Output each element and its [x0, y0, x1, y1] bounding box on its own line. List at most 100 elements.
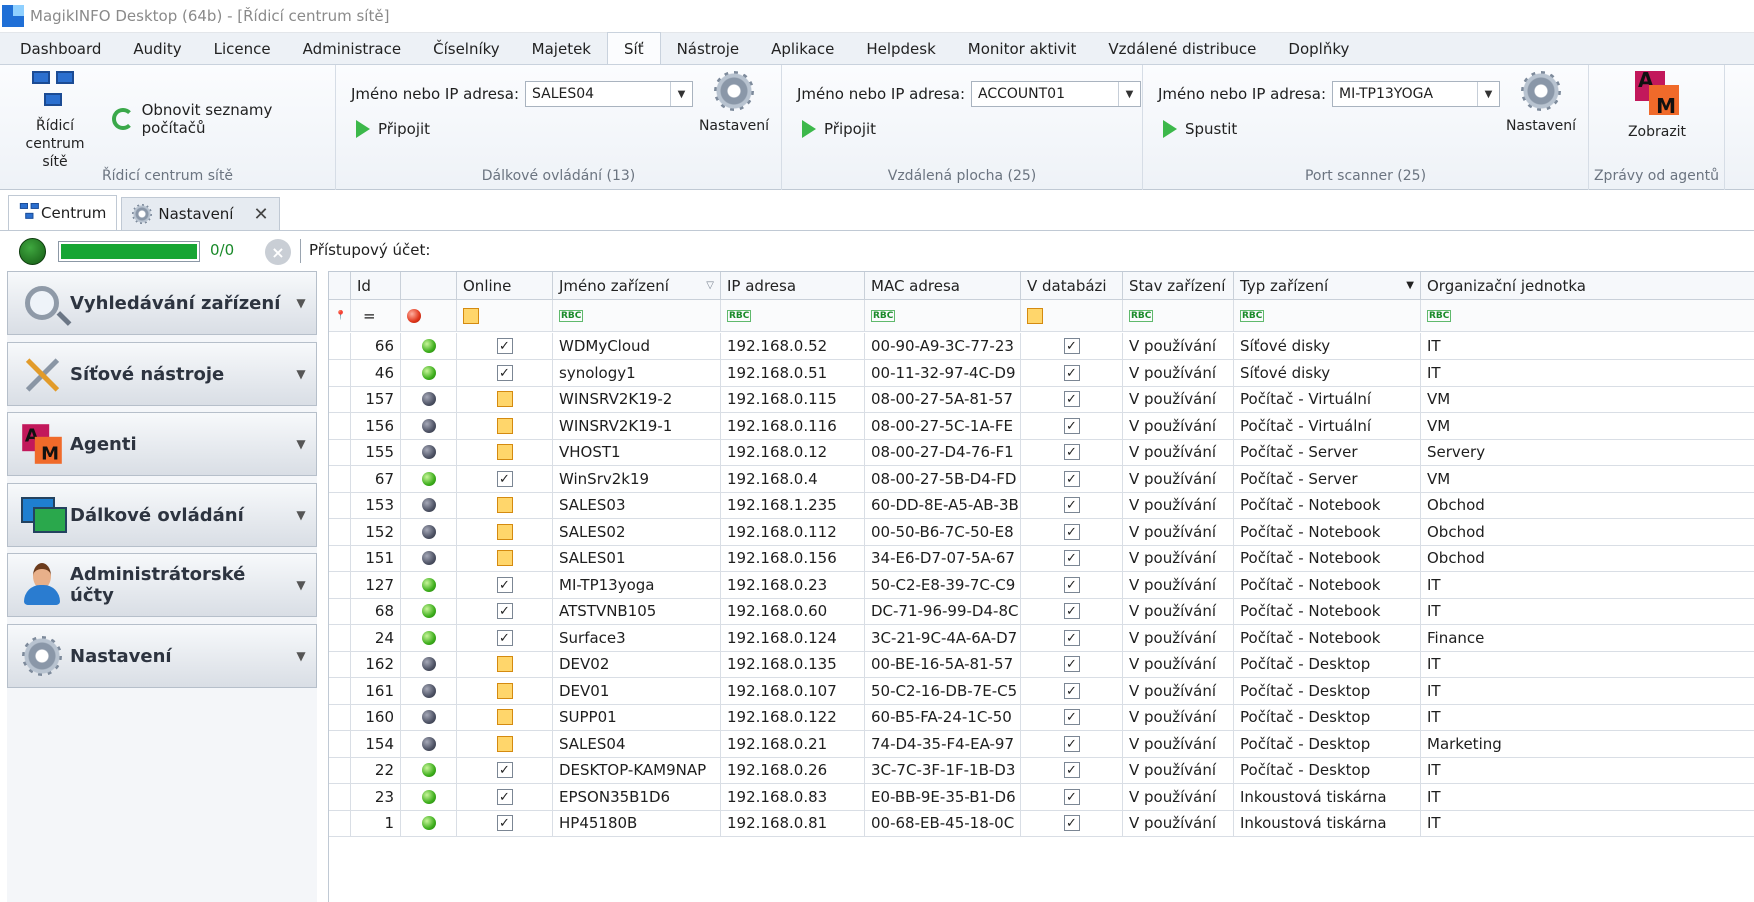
name-cell[interactable]: EPSON35B1D6: [553, 784, 721, 811]
status-cell[interactable]: [401, 386, 457, 413]
row-indicator[interactable]: [329, 360, 351, 387]
checkbox-indeterminate[interactable]: [496, 656, 513, 672]
text-filter-icon[interactable]: RBC: [559, 309, 584, 322]
checkbox-indeterminate[interactable]: [496, 550, 513, 566]
type-cell[interactable]: Počítač - Virtuální: [1234, 413, 1421, 440]
online-cell[interactable]: [457, 545, 553, 572]
mac-cell[interactable]: 34-E6-D7-07-5A-67: [865, 545, 1021, 572]
in-database-cell[interactable]: ✓: [1021, 810, 1123, 837]
row-indicator[interactable]: [329, 492, 351, 519]
online-cell[interactable]: [457, 386, 553, 413]
nav-item-remote-control[interactable]: Dálkové ovládání ▼: [7, 483, 317, 547]
in-database-cell[interactable]: ✓: [1021, 519, 1123, 546]
org-cell[interactable]: IT: [1421, 333, 1754, 360]
column-header-on[interactable]: [401, 272, 457, 300]
state-cell[interactable]: V používání: [1123, 731, 1234, 758]
row-indicator[interactable]: [329, 625, 351, 652]
row-indicator[interactable]: [329, 731, 351, 758]
menu-tab-8[interactable]: Aplikace: [755, 33, 850, 64]
table-row[interactable]: 68 ✓ ATSTVNB105 192.168.0.60 DC-71-96-99-D4-…: [329, 598, 1754, 625]
filter-cell-name[interactable]: RBC: [553, 300, 721, 332]
checkbox-checked[interactable]: ✓: [1063, 736, 1080, 752]
org-cell[interactable]: Obchod: [1421, 545, 1754, 572]
remote-desktop-connect-button[interactable]: Připojit: [802, 120, 876, 138]
org-cell[interactable]: IT: [1421, 784, 1754, 811]
port-scanner-host-combo[interactable]: MI-TP13YOGA ▼: [1332, 81, 1500, 107]
checkbox-checked[interactable]: ✓: [1063, 815, 1080, 831]
checkbox-checked[interactable]: ✓: [1063, 338, 1080, 354]
menu-tab-11[interactable]: Vzdálené distribuce: [1092, 33, 1272, 64]
filter-operator[interactable]: =: [357, 307, 376, 325]
in-database-cell[interactable]: ✓: [1021, 757, 1123, 784]
org-cell[interactable]: IT: [1421, 598, 1754, 625]
checkbox-indeterminate[interactable]: [496, 418, 513, 434]
org-cell[interactable]: VM: [1421, 466, 1754, 493]
online-cell[interactable]: [457, 413, 553, 440]
row-indicator[interactable]: [329, 784, 351, 811]
menu-tab-9[interactable]: Helpdesk: [850, 33, 951, 64]
checkbox-checked[interactable]: ✓: [496, 577, 513, 593]
state-cell[interactable]: V používání: [1123, 545, 1234, 572]
table-row[interactable]: 152 SALES02 192.168.0.112 00-50-B6-7C-50-E8…: [329, 519, 1754, 546]
checkbox-checked[interactable]: ✓: [1063, 524, 1080, 540]
status-cell[interactable]: [401, 413, 457, 440]
checkbox-indeterminate[interactable]: [496, 497, 513, 513]
in-database-cell[interactable]: ✓: [1021, 545, 1123, 572]
type-cell[interactable]: Inkoustová tiskárna: [1234, 810, 1421, 837]
remote-control-host-combo[interactable]: SALES04 ▼: [525, 81, 693, 107]
type-cell[interactable]: Počítač - Notebook: [1234, 519, 1421, 546]
status-cell[interactable]: [401, 810, 457, 837]
text-filter-icon[interactable]: RBC: [871, 309, 896, 322]
checkbox-checked[interactable]: ✓: [1063, 577, 1080, 593]
ip-cell[interactable]: 192.168.0.23: [721, 572, 865, 599]
type-cell[interactable]: Počítač - Desktop: [1234, 731, 1421, 758]
nav-item-admin-accounts[interactable]: Administrátorské účty ▼: [7, 553, 317, 617]
checkbox-checked[interactable]: ✓: [496, 762, 513, 778]
network-center-button[interactable]: Řídicí centrum sítě: [10, 71, 100, 171]
checkbox-indeterminate[interactable]: [496, 444, 513, 460]
table-row[interactable]: 23 ✓ EPSON35B1D6 192.168.0.83 E0-BB-9E-35-B1…: [329, 784, 1754, 811]
mac-cell[interactable]: 08-00-27-D4-76-F1: [865, 439, 1021, 466]
checkbox-checked[interactable]: ✓: [1063, 709, 1080, 725]
type-cell[interactable]: Počítač - Notebook: [1234, 545, 1421, 572]
id-cell[interactable]: 152: [351, 519, 401, 546]
ip-cell[interactable]: 192.168.0.83: [721, 784, 865, 811]
table-row[interactable]: 127 ✓ MI-TP13yoga 192.168.0.23 50-C2-E8-39-7…: [329, 572, 1754, 599]
state-cell[interactable]: V používání: [1123, 704, 1234, 731]
type-cell[interactable]: Inkoustová tiskárna: [1234, 784, 1421, 811]
ip-cell[interactable]: 192.168.0.107: [721, 678, 865, 705]
row-indicator[interactable]: [329, 572, 351, 599]
state-cell[interactable]: V používání: [1123, 519, 1234, 546]
name-cell[interactable]: SALES01: [553, 545, 721, 572]
mac-cell[interactable]: 74-D4-35-F4-EA-97: [865, 731, 1021, 758]
mac-cell[interactable]: 00-11-32-97-4C-D9: [865, 360, 1021, 387]
table-row[interactable]: 155 VHOST1 192.168.0.12 08-00-27-D4-76-F1 ✓ V…: [329, 439, 1754, 466]
id-cell[interactable]: 161: [351, 678, 401, 705]
type-cell[interactable]: Síťové disky: [1234, 333, 1421, 360]
text-filter-icon[interactable]: RBC: [1427, 309, 1452, 322]
row-indicator[interactable]: [329, 810, 351, 837]
state-cell[interactable]: V používání: [1123, 439, 1234, 466]
row-indicator[interactable]: [329, 413, 351, 440]
remote-desktop-host-combo[interactable]: ACCOUNT01 ▼: [971, 81, 1141, 107]
online-cell[interactable]: [457, 731, 553, 758]
name-cell[interactable]: Surface3: [553, 625, 721, 652]
name-cell[interactable]: DEV01: [553, 678, 721, 705]
name-cell[interactable]: DEV02: [553, 651, 721, 678]
org-cell[interactable]: VM: [1421, 413, 1754, 440]
in-database-cell[interactable]: ✓: [1021, 784, 1123, 811]
menu-tab-3[interactable]: Administrace: [287, 33, 418, 64]
checkbox-filter[interactable]: [1027, 307, 1043, 324]
type-cell[interactable]: Počítač - Server: [1234, 466, 1421, 493]
ip-cell[interactable]: 192.168.0.156: [721, 545, 865, 572]
in-database-cell[interactable]: ✓: [1021, 731, 1123, 758]
in-database-cell[interactable]: ✓: [1021, 704, 1123, 731]
column-header-mac[interactable]: MAC adresa: [865, 272, 1021, 300]
in-database-cell[interactable]: ✓: [1021, 360, 1123, 387]
checkbox-checked[interactable]: ✓: [496, 815, 513, 831]
id-cell[interactable]: 156: [351, 413, 401, 440]
name-cell[interactable]: WINSRV2K19-1: [553, 413, 721, 440]
checkbox-checked[interactable]: ✓: [1063, 471, 1080, 487]
filter-icon[interactable]: ▽: [706, 280, 714, 291]
id-cell[interactable]: 162: [351, 651, 401, 678]
